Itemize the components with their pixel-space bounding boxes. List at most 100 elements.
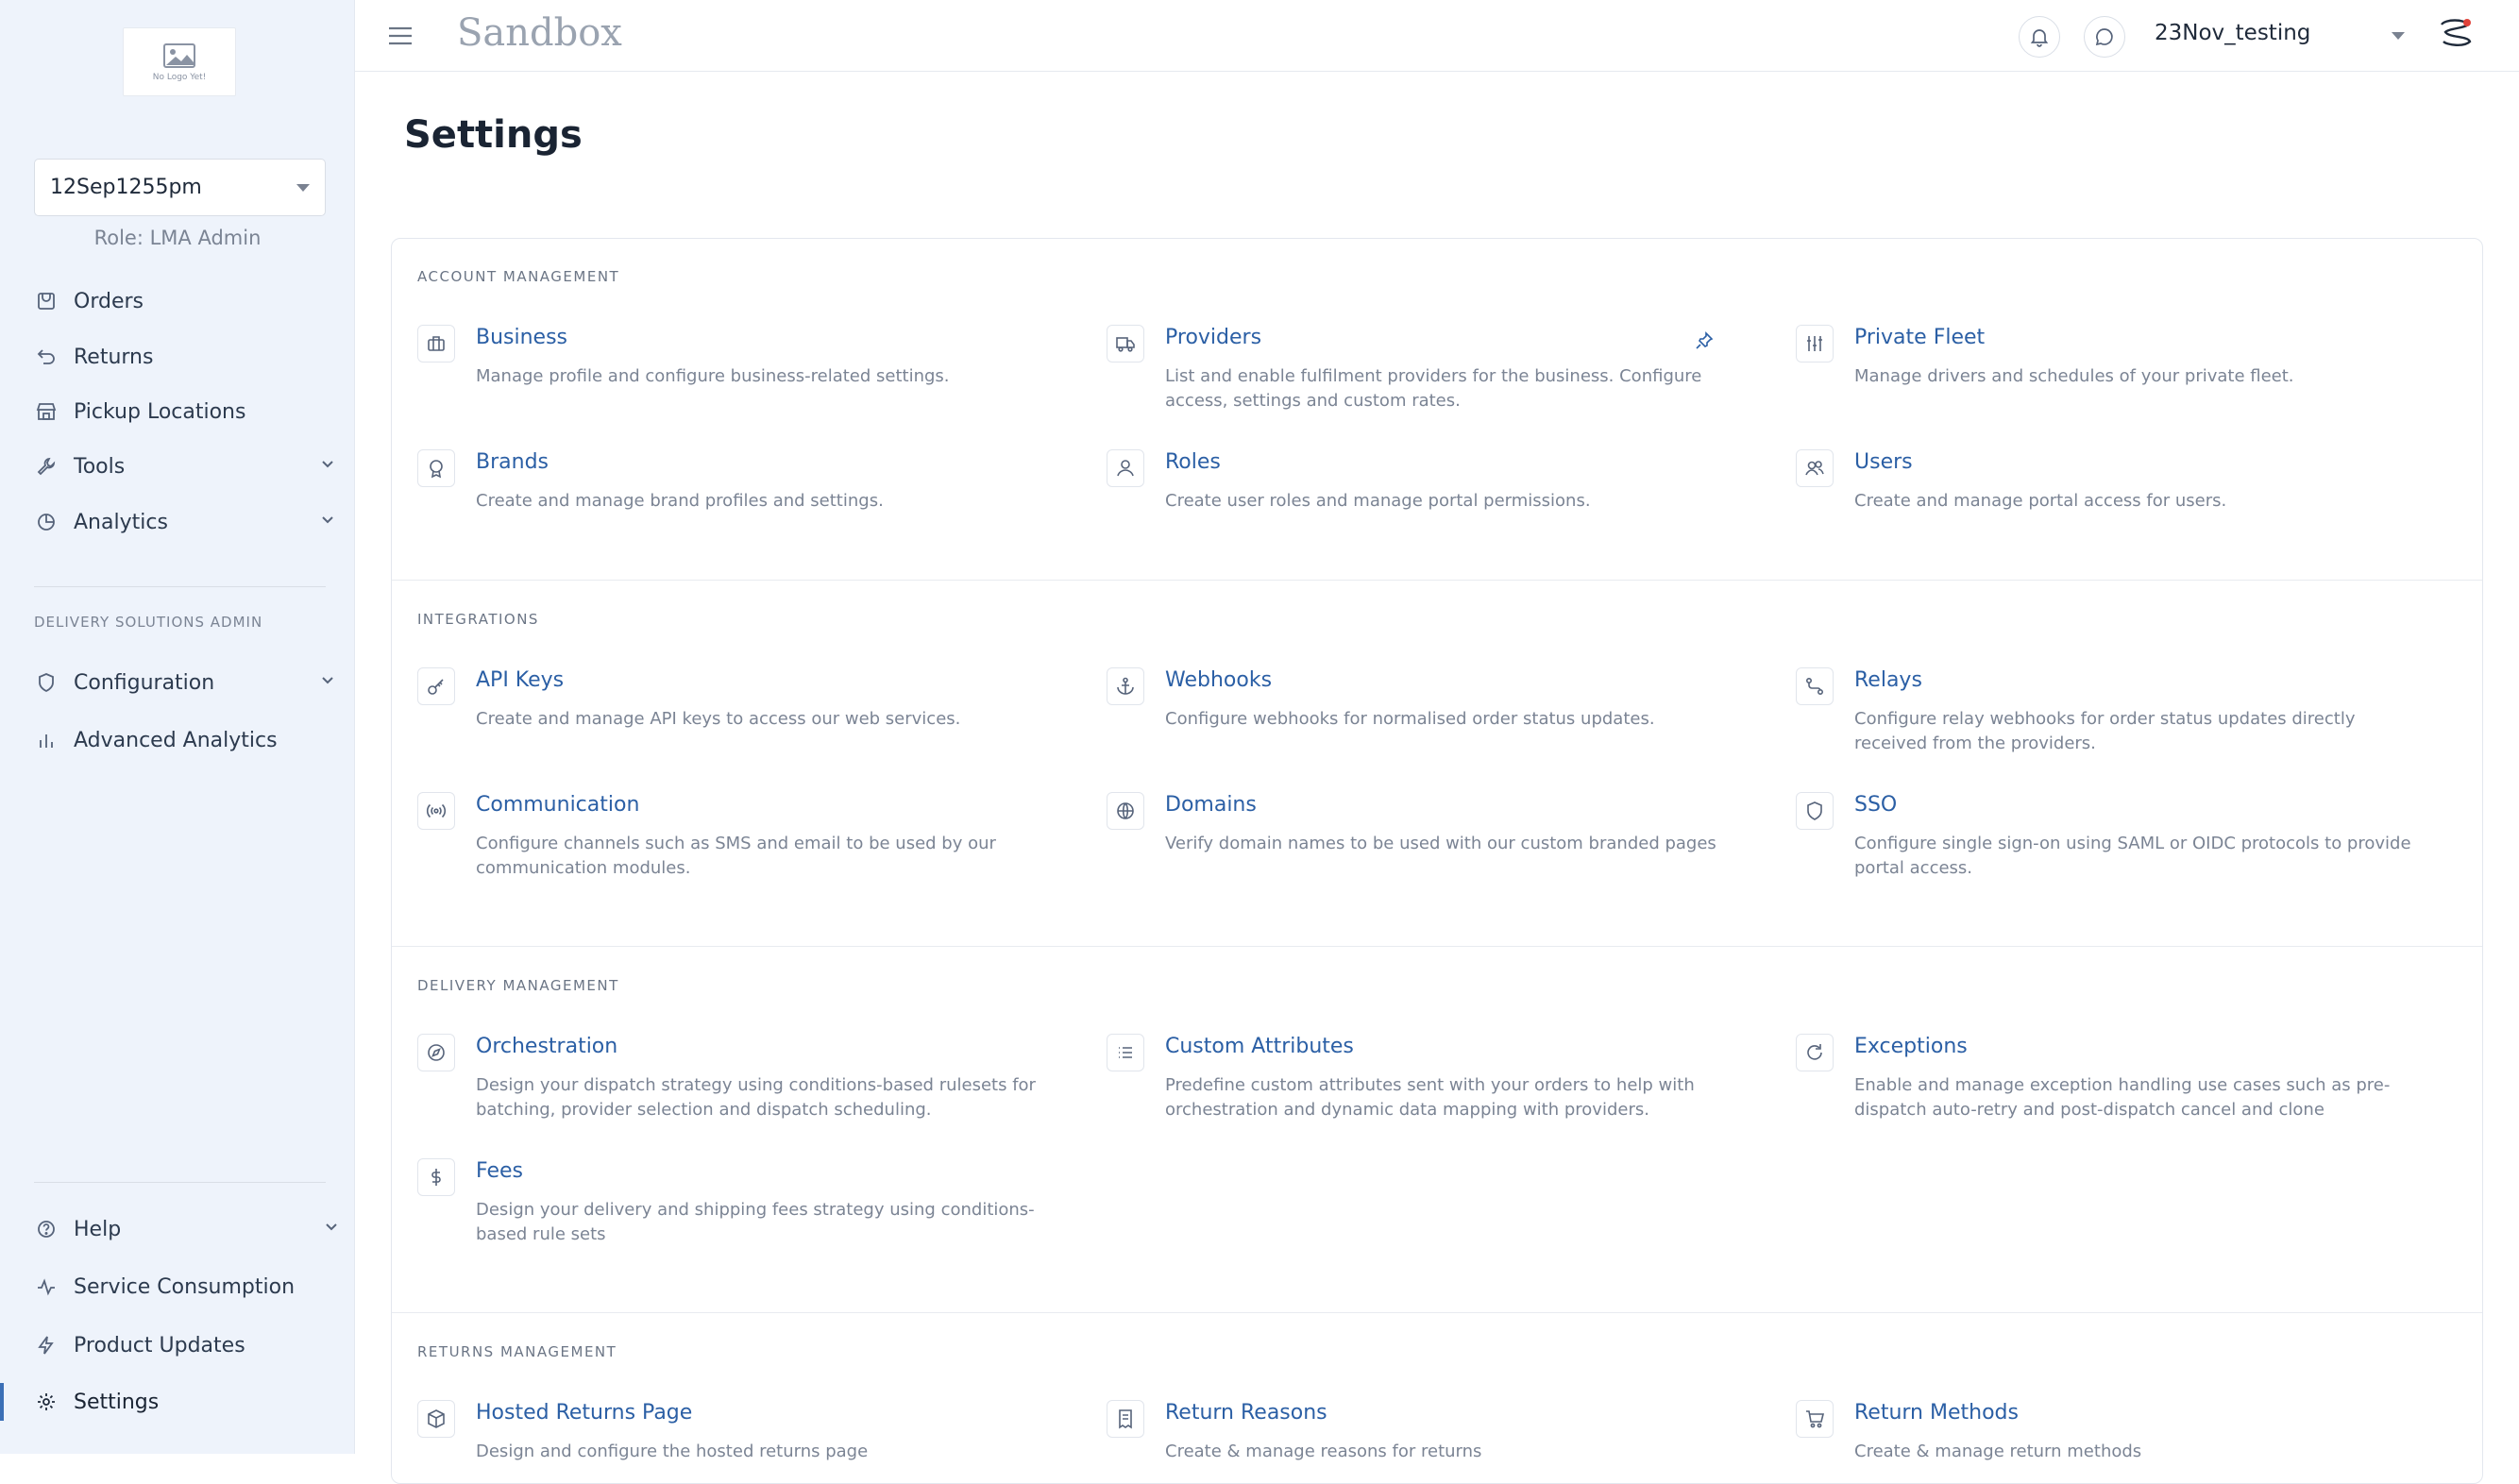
dollar-icon bbox=[417, 1158, 455, 1196]
card-title[interactable]: Roles bbox=[1165, 450, 1221, 474]
configuration-icon bbox=[34, 670, 59, 695]
card-description: Configure channels such as SMS and email… bbox=[476, 834, 996, 878]
broadcast-icon bbox=[417, 792, 455, 830]
top-bar: Sandbox 23Nov_testing bbox=[355, 0, 2519, 72]
active-indicator bbox=[0, 1383, 4, 1421]
sidebar-item-label: Tools bbox=[74, 454, 126, 479]
user-icon bbox=[1107, 449, 1144, 487]
card-title[interactable]: Custom Attributes bbox=[1165, 1035, 1354, 1058]
sidebar-item-label: Pickup Locations bbox=[74, 399, 246, 424]
card-title[interactable]: Orchestration bbox=[476, 1035, 617, 1058]
sidebar-item-label: Returns bbox=[74, 345, 154, 369]
product-updates-icon bbox=[34, 1333, 59, 1358]
returns-icon bbox=[34, 345, 59, 369]
card-description: Design your dispatch strategy using cond… bbox=[476, 1075, 1036, 1120]
chat-bubble-icon bbox=[2095, 28, 2113, 46]
card-title[interactable]: Return Methods bbox=[1854, 1401, 2019, 1425]
card-description: Create and manage API keys to access our… bbox=[476, 709, 961, 729]
hamburger-menu-icon[interactable] bbox=[387, 23, 414, 49]
sidebar-divider bbox=[34, 586, 326, 587]
route-icon bbox=[1796, 667, 1834, 705]
card-title[interactable]: Business bbox=[476, 326, 567, 349]
sidebar: No Logo Yet! 12Sep1255pm Role: LMA Admin… bbox=[0, 0, 355, 1454]
card-description: Configure single sign-on using SAML or O… bbox=[1854, 834, 2411, 878]
sidebar-item-advanced-analytics[interactable]: Advanced Analytics bbox=[34, 721, 336, 759]
sidebar-item-settings[interactable]: Settings bbox=[34, 1383, 336, 1421]
card-title[interactable]: Users bbox=[1854, 450, 1913, 474]
card-title[interactable]: API Keys bbox=[476, 668, 564, 692]
section-divider bbox=[392, 580, 2482, 581]
sidebar-item-configuration[interactable]: Configuration bbox=[34, 664, 336, 701]
card-description: Create and manage brand profiles and set… bbox=[476, 491, 884, 511]
receipt-icon bbox=[1107, 1400, 1144, 1438]
business-icon bbox=[417, 325, 455, 363]
card-title[interactable]: Brands bbox=[476, 450, 549, 474]
page-title: Settings bbox=[404, 113, 583, 157]
org-switcher[interactable]: 23Nov_testing bbox=[2155, 21, 2310, 45]
list-icon bbox=[1107, 1034, 1144, 1071]
sidebar-item-returns[interactable]: Returns bbox=[34, 338, 336, 376]
sidebar-item-pickup-locations[interactable]: Pickup Locations bbox=[34, 393, 336, 430]
sidebar-item-product-updates[interactable]: Product Updates bbox=[34, 1326, 336, 1364]
chevron-down-icon bbox=[326, 1223, 337, 1231]
card-title[interactable]: Providers bbox=[1165, 326, 1261, 349]
card-description: Create and manage portal access for user… bbox=[1854, 491, 2227, 511]
card-title[interactable]: Relays bbox=[1854, 668, 1922, 692]
chevron-down-icon bbox=[322, 677, 333, 684]
card-title[interactable]: Return Reasons bbox=[1165, 1401, 1327, 1425]
card-description: Verify domain names to be used with our … bbox=[1165, 834, 1716, 853]
card-description: Design and configure the hosted returns … bbox=[476, 1442, 869, 1461]
sidebar-item-label: Advanced Analytics bbox=[74, 728, 278, 752]
section-divider bbox=[392, 1312, 2482, 1313]
card-title[interactable]: Webhooks bbox=[1165, 668, 1272, 692]
sidebar-item-tools[interactable]: Tools bbox=[34, 447, 336, 485]
sidebar-section-title: DELIVERY SOLUTIONS ADMIN bbox=[34, 614, 263, 631]
sidebar-item-analytics[interactable]: Analytics bbox=[34, 503, 336, 541]
card-title[interactable]: Domains bbox=[1165, 793, 1257, 817]
sidebar-item-service-consumption[interactable]: Service Consumption bbox=[34, 1268, 336, 1306]
card-description: Create & manage reasons for returns bbox=[1165, 1442, 1482, 1461]
pin-icon[interactable] bbox=[1694, 330, 1715, 351]
help-icon bbox=[34, 1217, 59, 1241]
tenant-select[interactable]: 12Sep1255pm bbox=[34, 159, 326, 216]
image-placeholder-icon bbox=[163, 42, 195, 68]
refresh-icon bbox=[1796, 1034, 1834, 1071]
bell-icon bbox=[2030, 29, 2049, 47]
section-title-returns-management: RETURNS MANAGEMENT bbox=[417, 1343, 617, 1360]
truck-icon bbox=[1107, 325, 1144, 363]
logo-placeholder-text: No Logo Yet! bbox=[152, 72, 207, 82]
shield-icon bbox=[1796, 792, 1834, 830]
sidebar-item-orders[interactable]: Orders bbox=[34, 282, 336, 320]
chevron-down-icon bbox=[296, 183, 310, 192]
card-description: Configure webhooks for normalised order … bbox=[1165, 709, 1655, 729]
sliders-icon bbox=[1796, 325, 1834, 363]
card-description: Manage drivers and schedules of your pri… bbox=[1854, 366, 2294, 386]
notifications-button[interactable] bbox=[2019, 16, 2060, 58]
sidebar-item-label: Settings bbox=[74, 1390, 160, 1414]
section-title-integrations: INTEGRATIONS bbox=[417, 611, 539, 628]
advanced-analytics-icon bbox=[34, 728, 59, 752]
card-description: Predefine custom attributes sent with yo… bbox=[1165, 1075, 1695, 1120]
orders-icon bbox=[34, 289, 59, 313]
anchor-icon bbox=[1107, 667, 1144, 705]
card-description: Create & manage return methods bbox=[1854, 1442, 2142, 1461]
analytics-icon bbox=[34, 510, 59, 534]
sidebar-item-label: Service Consumption bbox=[74, 1274, 296, 1299]
section-title-delivery-management: DELIVERY MANAGEMENT bbox=[417, 977, 619, 994]
card-title[interactable]: Communication bbox=[476, 793, 639, 817]
user-menu-icon[interactable] bbox=[2436, 15, 2477, 53]
sidebar-item-label: Product Updates bbox=[74, 1333, 245, 1358]
chevron-down-icon[interactable] bbox=[2392, 32, 2405, 40]
card-title[interactable]: Hosted Returns Page bbox=[476, 1401, 692, 1425]
card-description: Manage profile and configure business-re… bbox=[476, 366, 950, 386]
cart-icon bbox=[1796, 1400, 1834, 1438]
card-title[interactable]: Private Fleet bbox=[1854, 326, 1985, 349]
card-title[interactable]: Exceptions bbox=[1854, 1035, 1968, 1058]
pickup-locations-icon bbox=[34, 399, 59, 424]
card-title[interactable]: SSO bbox=[1854, 793, 1897, 817]
card-title[interactable]: Fees bbox=[476, 1159, 523, 1183]
sidebar-item-help[interactable]: Help bbox=[34, 1210, 337, 1248]
chevron-down-icon bbox=[322, 461, 333, 468]
messages-button[interactable] bbox=[2084, 16, 2125, 58]
settings-icon bbox=[34, 1390, 59, 1414]
